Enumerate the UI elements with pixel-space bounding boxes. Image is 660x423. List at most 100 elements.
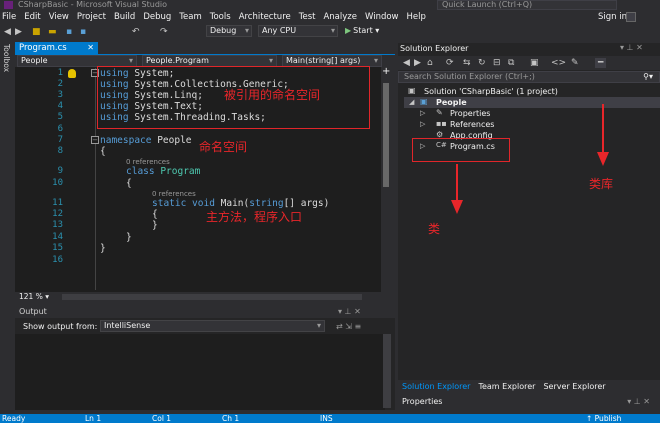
configuration-value: Debug xyxy=(210,26,237,35)
toolbox-tab[interactable]: Toolbox xyxy=(2,44,11,72)
tree-item-properties[interactable]: Properties xyxy=(450,108,490,119)
solution-explorer-title: Solution Explorer xyxy=(400,44,469,53)
window-title: CSharpBasic - Microsoft Visual Studio xyxy=(18,0,168,9)
toolbox-strip xyxy=(0,40,14,410)
annotation-arrow-class xyxy=(456,164,458,204)
line-number: 8 xyxy=(57,146,63,156)
search-placeholder: Search Solution Explorer (Ctrl+;) xyxy=(404,72,535,81)
solution-icon: ▣ xyxy=(408,86,416,95)
tab-solution-explorer[interactable]: Solution Explorer xyxy=(398,380,474,393)
tab-program-cs[interactable]: Program.cs ✕ xyxy=(15,42,98,54)
collapsed-triangle-icon[interactable]: ▷ xyxy=(420,120,425,128)
line-number: 7 xyxy=(57,135,63,145)
menu-file[interactable]: File xyxy=(0,12,24,22)
menu-team[interactable]: Team xyxy=(179,12,209,22)
output-title-label: Output xyxy=(19,307,47,316)
account-icon[interactable] xyxy=(626,12,636,22)
home-icon[interactable]: ⌂ xyxy=(427,58,433,68)
chevron-down-icon: ▾ xyxy=(268,56,273,65)
publish-button[interactable]: ↑ Publish xyxy=(586,414,621,423)
menu-view[interactable]: View xyxy=(49,12,77,22)
split-editor-icon[interactable]: + xyxy=(382,66,390,77)
code-token: Main( xyxy=(214,198,250,209)
code-line: { xyxy=(152,209,158,220)
code-line: } xyxy=(126,232,132,243)
solution-platform-select[interactable]: Any CPU ▾ xyxy=(258,25,338,37)
tree-item-references[interactable]: References xyxy=(450,119,494,130)
properties-wrench-icon[interactable]: ✎ xyxy=(571,58,579,68)
line-number: 9 xyxy=(57,166,63,176)
expanded-triangle-icon[interactable]: ◢ xyxy=(409,98,414,106)
code-token: [] args) xyxy=(283,198,330,209)
navigate-forward-icon[interactable]: ▶ xyxy=(15,27,22,37)
start-debugging-button[interactable]: ▶ Start ▾ xyxy=(345,25,379,37)
tab-server-explorer[interactable]: Server Explorer xyxy=(539,380,609,393)
menu-window[interactable]: Window xyxy=(365,12,407,22)
redo-icon[interactable]: ↷ xyxy=(160,27,168,37)
save-icon[interactable]: ▪ xyxy=(66,27,72,37)
annotation-class: 类 xyxy=(428,222,441,236)
scrollbar-thumb[interactable] xyxy=(383,83,389,187)
line-number: 14 xyxy=(52,232,63,242)
type-token: Program xyxy=(154,166,201,177)
status-insert-mode: INS xyxy=(320,414,333,423)
open-file-icon[interactable]: ▬ xyxy=(48,27,57,37)
back-icon[interactable]: ◀ xyxy=(403,58,410,68)
horizontal-scrollbar[interactable] xyxy=(62,294,362,300)
tree-item-solution[interactable]: Solution 'CSharpBasic' (1 project) xyxy=(424,86,558,97)
navigate-back-icon[interactable]: ◀ xyxy=(4,27,11,37)
menu-analyze[interactable]: Analyze xyxy=(323,12,365,22)
code-line: class Program xyxy=(126,166,200,177)
lightbulb-icon[interactable] xyxy=(68,69,76,78)
output-text-area[interactable] xyxy=(15,334,385,410)
code-line: namespace People xyxy=(100,135,192,146)
visual-studio-logo-icon xyxy=(4,1,13,9)
close-icon[interactable]: ✕ xyxy=(87,42,94,54)
line-number: 11 xyxy=(52,198,63,208)
menu-debug[interactable]: Debug xyxy=(143,12,179,22)
refresh-icon[interactable]: ↻ xyxy=(478,58,486,68)
platform-value: Any CPU xyxy=(262,26,297,35)
menu-build[interactable]: Build xyxy=(114,12,143,22)
output-source-select[interactable]: IntelliSense ▾ xyxy=(100,320,325,332)
undo-icon[interactable]: ↶ xyxy=(132,27,140,37)
solution-explorer-search-input[interactable]: Search Solution Explorer (Ctrl+;) ⚲▾ xyxy=(398,71,660,83)
menu-tools[interactable]: Tools xyxy=(210,12,239,22)
menu-architecture[interactable]: Architecture xyxy=(239,12,299,22)
pin-icon[interactable]: ━ xyxy=(595,58,607,68)
view-code-icon[interactable]: <> xyxy=(551,58,566,68)
sync-icon[interactable]: ⟳ xyxy=(446,58,454,68)
menu-project[interactable]: Project xyxy=(77,12,114,22)
status-column: Col 1 xyxy=(152,414,172,423)
pin-icon[interactable]: ▾ ⊥ ✕ xyxy=(338,307,361,316)
outline-guide xyxy=(95,68,96,290)
preview-icon[interactable]: ▣ xyxy=(530,58,539,68)
panel-window-buttons[interactable]: ▾ ⊥ ✕ xyxy=(620,43,643,52)
output-toolbar-icons[interactable]: ⇄ ⇲ ≡ xyxy=(336,322,361,331)
zoom-level[interactable]: 121 % xyxy=(19,292,43,301)
forward-icon[interactable]: ▶ xyxy=(414,58,421,68)
pending-changes-icon[interactable]: ⇆ xyxy=(463,58,471,68)
save-all-icon[interactable]: ▪ xyxy=(80,27,86,37)
sign-in-link[interactable]: Sign in xyxy=(598,10,627,24)
collapse-all-icon[interactable]: ⊟ xyxy=(493,58,501,68)
show-all-files-icon[interactable]: ⧉ xyxy=(508,58,514,68)
collapsed-triangle-icon[interactable]: ▷ xyxy=(420,109,425,117)
menu-help[interactable]: Help xyxy=(407,12,434,22)
play-icon: ▶ xyxy=(345,26,352,35)
panel-window-buttons[interactable]: ▾ ⊥ ✕ xyxy=(627,396,650,408)
menu-edit[interactable]: Edit xyxy=(24,12,48,22)
line-number: 3 xyxy=(57,90,63,100)
new-project-icon[interactable]: ■ xyxy=(32,27,41,37)
collapse-icon[interactable]: − xyxy=(91,136,99,144)
chevron-down-icon: ▾ xyxy=(316,321,321,330)
solution-configuration-select[interactable]: Debug ▾ xyxy=(206,25,252,37)
line-number: 13 xyxy=(52,220,63,230)
code-line: } xyxy=(100,243,106,254)
tab-team-explorer[interactable]: Team Explorer xyxy=(474,380,539,393)
quick-launch-input[interactable]: Quick Launch (Ctrl+Q) xyxy=(437,0,617,10)
output-scrollbar[interactable] xyxy=(383,334,391,408)
menu-test[interactable]: Test xyxy=(299,12,324,22)
annotation-namespace: 命名空间 xyxy=(199,140,248,154)
tree-item-project[interactable]: People xyxy=(436,97,467,108)
